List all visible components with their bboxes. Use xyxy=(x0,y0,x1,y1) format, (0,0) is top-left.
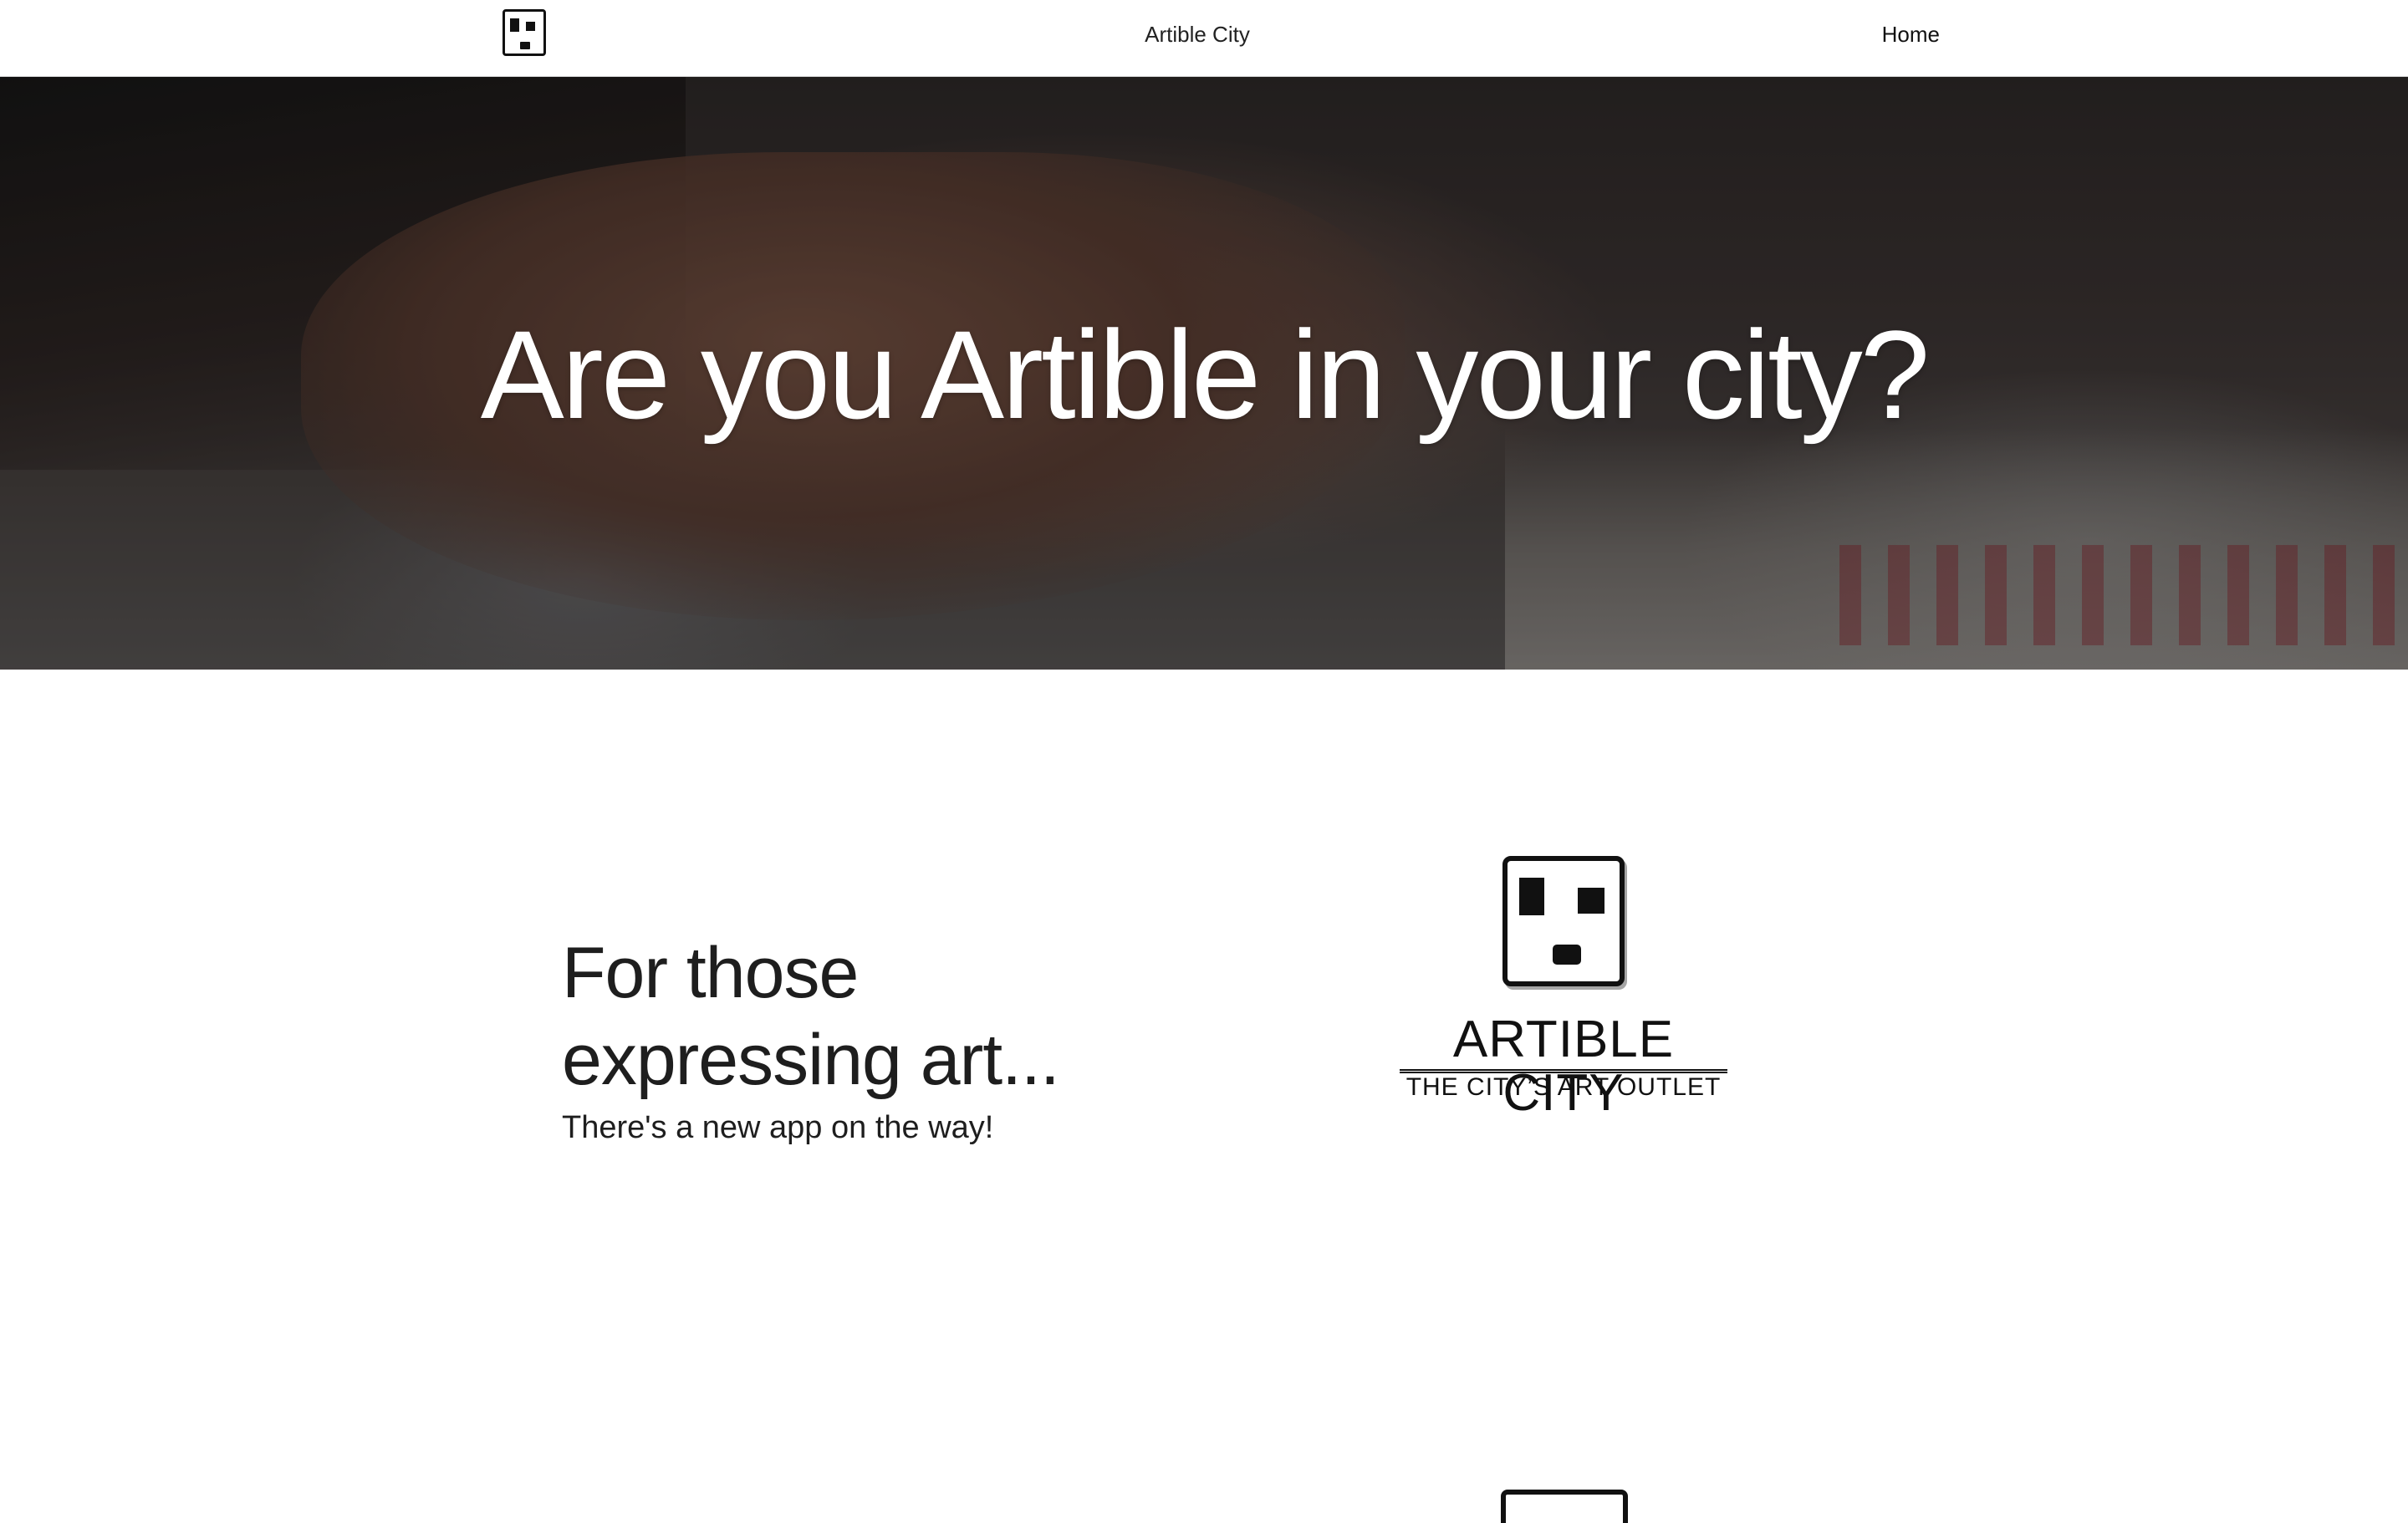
artible-face-logo-icon xyxy=(1502,856,1625,986)
nav-link-home[interactable]: Home xyxy=(1806,22,1940,48)
logo-eye-left xyxy=(510,18,519,32)
artible-face-logo-icon[interactable] xyxy=(503,9,546,56)
brand-logo: ARTIBLE CITY THE CITY’S ART OUTLET xyxy=(1388,853,1739,1120)
brand-tagline: THE CITY’S ART OUTLET xyxy=(1406,1073,1722,1101)
logo-eye-right xyxy=(526,22,535,31)
intro-heading: For those expressing art... xyxy=(562,933,1060,1100)
logo-mouth xyxy=(520,42,530,49)
brand-name: ARTIBLE CITY xyxy=(1452,1011,1675,1122)
logo-eye-left xyxy=(1519,878,1544,915)
logo-mouth xyxy=(1553,945,1581,965)
hero-heading: Are you Artible in your city? xyxy=(480,304,1931,445)
logo-eye-right xyxy=(1578,888,1604,914)
top-navbar: Artible City Home xyxy=(0,0,2408,77)
site-title: Artible City xyxy=(1145,22,1250,47)
hero-banner: Are you Artible in your city? xyxy=(0,77,2408,670)
partial-logo-icon xyxy=(1501,1490,1628,1523)
intro-subheading: There's a new app on the way! xyxy=(562,1110,994,1145)
